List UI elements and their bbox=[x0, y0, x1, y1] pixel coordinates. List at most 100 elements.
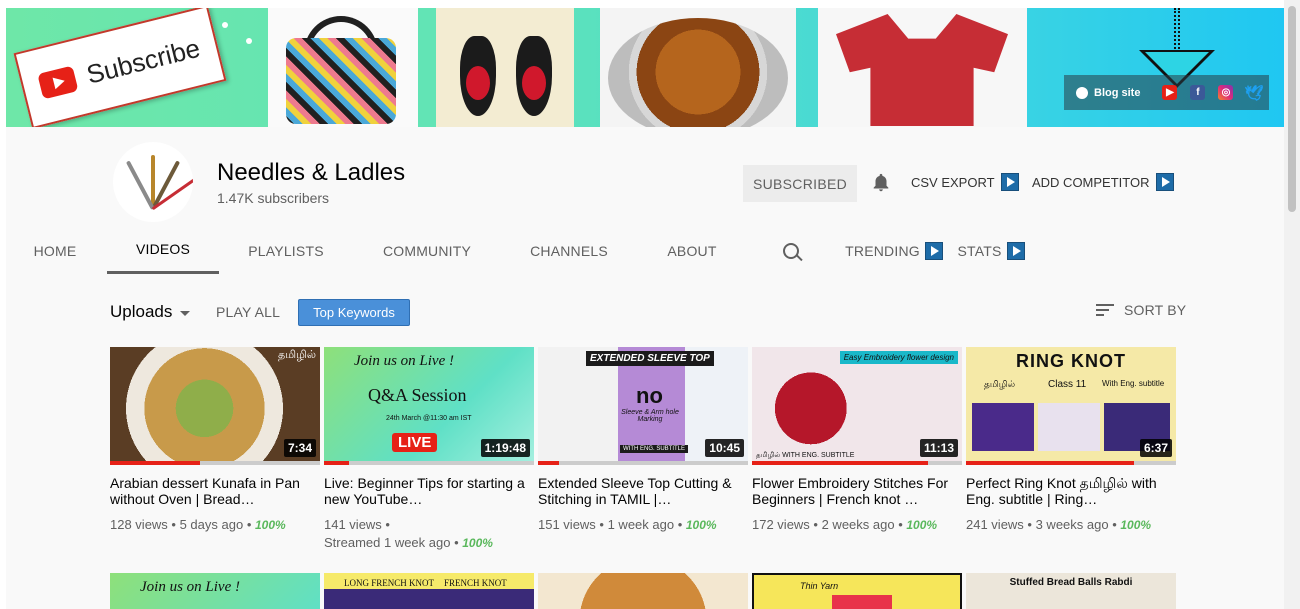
csv-export-button[interactable]: CSV EXPORT bbox=[911, 173, 1019, 191]
watch-progress-fill bbox=[966, 461, 1134, 465]
video-card[interactable]: Join us on Live ! Q&A Session 24th March… bbox=[324, 347, 534, 552]
retention-percent: 100% bbox=[462, 536, 493, 550]
retention-percent: 100% bbox=[254, 518, 286, 532]
tab-videos[interactable]: VIDEOS bbox=[107, 227, 219, 274]
video-thumbnail[interactable]: தமிழில் 7:34 bbox=[110, 347, 320, 465]
csv-export-label: CSV EXPORT bbox=[911, 174, 995, 190]
video-thumbnail[interactable]: Join us on Live ! bbox=[110, 573, 320, 609]
video-duration: 6:37 bbox=[1139, 439, 1172, 457]
video-thumbnail[interactable]: EXTENDED SLEEVE TOP no Sleeve & Arm hole… bbox=[538, 347, 748, 465]
ladle-icon bbox=[151, 160, 181, 210]
blog-site-link[interactable]: Blog site bbox=[1094, 87, 1140, 99]
watch-progress bbox=[538, 461, 748, 465]
video-card[interactable]: தமிழில் 7:34 Arabian dessert Kunafa in P… bbox=[110, 347, 320, 534]
thumbnail-step-image bbox=[972, 403, 1034, 451]
sort-by-button[interactable]: SORT BY bbox=[1096, 302, 1186, 318]
banner-photo-bag bbox=[268, 8, 418, 127]
thumbnail-bottom-text: தமிழில் WITH ENG. SUBTITLE bbox=[756, 452, 855, 459]
thumbnail-live-badge: LIVE bbox=[392, 433, 438, 452]
top-keywords-button[interactable]: Top Keywords bbox=[298, 299, 410, 326]
facebook-link-icon[interactable]: f bbox=[1190, 85, 1206, 100]
tab-trending[interactable]: TRENDING bbox=[844, 227, 944, 274]
thumbnail-top-text: Easy Embroidery flower design bbox=[839, 351, 958, 364]
uploads-label: Uploads bbox=[110, 302, 173, 321]
thumbnail-banner-text: Join us on Live ! bbox=[354, 353, 454, 369]
thumbnail-text: Thin Yarn bbox=[800, 581, 839, 591]
tab-playlists[interactable]: PLAYLISTS bbox=[234, 227, 338, 274]
video-card[interactable]: Easy Embroidery flower design தமிழில் WI… bbox=[752, 347, 962, 534]
add-competitor-button[interactable]: ADD COMPETITOR bbox=[1032, 173, 1174, 191]
video-card[interactable]: RING KNOT தமிழில் Class 11 With Eng. sub… bbox=[966, 347, 1176, 534]
scrollbar-thumb[interactable] bbox=[1288, 6, 1296, 212]
play-all-button[interactable]: PLAY ALL bbox=[216, 304, 280, 320]
sort-icon bbox=[1096, 303, 1114, 317]
banner-dot bbox=[246, 38, 252, 44]
tab-search[interactable] bbox=[776, 227, 806, 274]
watch-progress bbox=[752, 461, 962, 465]
search-icon bbox=[783, 242, 799, 259]
banner-photo-earrings bbox=[436, 8, 574, 127]
video-title[interactable]: Flower Embroidery Stitches For Beginners… bbox=[752, 475, 962, 507]
video-thumbnail[interactable]: Join us on Live ! Q&A Session 24th March… bbox=[324, 347, 534, 465]
view-count: 172 views bbox=[752, 517, 810, 532]
video-meta: 241 views • 3 weeks ago • 100% bbox=[966, 517, 1152, 532]
watch-progress bbox=[966, 461, 1176, 465]
view-count: 241 views bbox=[966, 517, 1024, 532]
video-duration: 10:45 bbox=[705, 439, 744, 457]
watch-progress-fill bbox=[324, 461, 350, 465]
video-thumbnail[interactable]: Easy Embroidery flower design தமிழில் WI… bbox=[752, 347, 962, 465]
video-thumbnail[interactable]: Thin Yarn bbox=[752, 573, 962, 609]
video-age: 1 week ago bbox=[607, 517, 675, 532]
page-scrollbar[interactable] bbox=[1284, 0, 1300, 609]
uploads-dropdown[interactable]: Uploads bbox=[110, 302, 191, 322]
watch-progress-fill bbox=[110, 461, 201, 465]
earring-left bbox=[460, 36, 496, 116]
crochet-bag bbox=[286, 38, 396, 124]
video-thumbnail[interactable]: LONG FRENCH KNOT FRENCH KNOT bbox=[324, 573, 534, 609]
video-title[interactable]: Arabian dessert Kunafa in Pan without Ov… bbox=[110, 475, 320, 507]
video-thumbnail[interactable]: RING KNOT தமிழில் Class 11 With Eng. sub… bbox=[966, 347, 1176, 465]
caret-down-icon bbox=[180, 310, 191, 316]
tab-stats-label: STATS bbox=[957, 242, 1002, 259]
video-title[interactable]: Perfect Ring Knot தமிழில் with Eng. subt… bbox=[966, 475, 1176, 507]
video-age: Streamed 1 week ago bbox=[324, 535, 451, 550]
video-card[interactable]: EXTENDED SLEEVE TOP no Sleeve & Arm hole… bbox=[538, 347, 748, 534]
tab-home[interactable]: HOME bbox=[20, 227, 90, 274]
subscribe-card: Subscribe bbox=[13, 8, 227, 127]
arrow-right-icon bbox=[832, 595, 892, 609]
globe-icon bbox=[1076, 86, 1088, 99]
youtube-link-icon[interactable]: ▶ bbox=[1162, 85, 1178, 100]
tab-stats[interactable]: STATS bbox=[956, 227, 1026, 274]
retention-percent: 100% bbox=[685, 518, 717, 532]
subscribed-button[interactable]: SUBSCRIBED bbox=[743, 165, 857, 202]
view-count: 128 views bbox=[110, 517, 168, 532]
tab-channels[interactable]: CHANNELS bbox=[518, 227, 620, 274]
videos-section: Uploads PLAY ALL Top Keywords SORT BY தம… bbox=[6, 274, 1284, 609]
banner-photo-food bbox=[600, 8, 796, 127]
vidiq-play-icon bbox=[1155, 173, 1174, 191]
arrow-stem bbox=[1174, 8, 1180, 56]
thumbnail-sub-text: With Eng. subtitle bbox=[1102, 379, 1165, 388]
video-title[interactable]: Extended Sleeve Top Cutting & Stitching … bbox=[538, 475, 748, 507]
video-title[interactable]: Live: Beginner Tips for starting a new Y… bbox=[324, 475, 534, 507]
video-thumbnail[interactable] bbox=[538, 573, 748, 609]
twitter-link-icon[interactable]: 🕊 bbox=[1244, 85, 1263, 102]
channel-avatar[interactable] bbox=[113, 142, 193, 222]
thumbnail-banner-text: Join us on Live ! bbox=[140, 579, 240, 595]
tab-community[interactable]: COMMUNITY bbox=[372, 227, 482, 274]
thumbnail-text-right: FRENCH KNOT bbox=[444, 578, 507, 588]
watch-progress bbox=[110, 461, 320, 465]
thumbnail-top-text: EXTENDED SLEEVE TOP bbox=[586, 351, 714, 366]
thumbnail-text-left: LONG FRENCH KNOT bbox=[344, 578, 434, 588]
thumbnail-tamil-text: தமிழில் bbox=[984, 379, 1016, 389]
instagram-link-icon[interactable]: ◎ bbox=[1218, 85, 1234, 100]
thumbnail-qa-text: Q&A Session bbox=[368, 385, 467, 405]
notification-bell-icon[interactable] bbox=[870, 172, 892, 194]
blouse bbox=[836, 14, 1008, 126]
view-count: 151 views bbox=[538, 517, 596, 532]
thumbnail-no-text: no bbox=[636, 383, 663, 408]
video-thumbnail[interactable]: Stuffed Bread Balls Rabdi bbox=[966, 573, 1176, 609]
channel-name: Needles & Ladles bbox=[217, 159, 406, 186]
thumbnail-step-image bbox=[1038, 403, 1100, 451]
tab-about[interactable]: ABOUT bbox=[657, 227, 727, 274]
